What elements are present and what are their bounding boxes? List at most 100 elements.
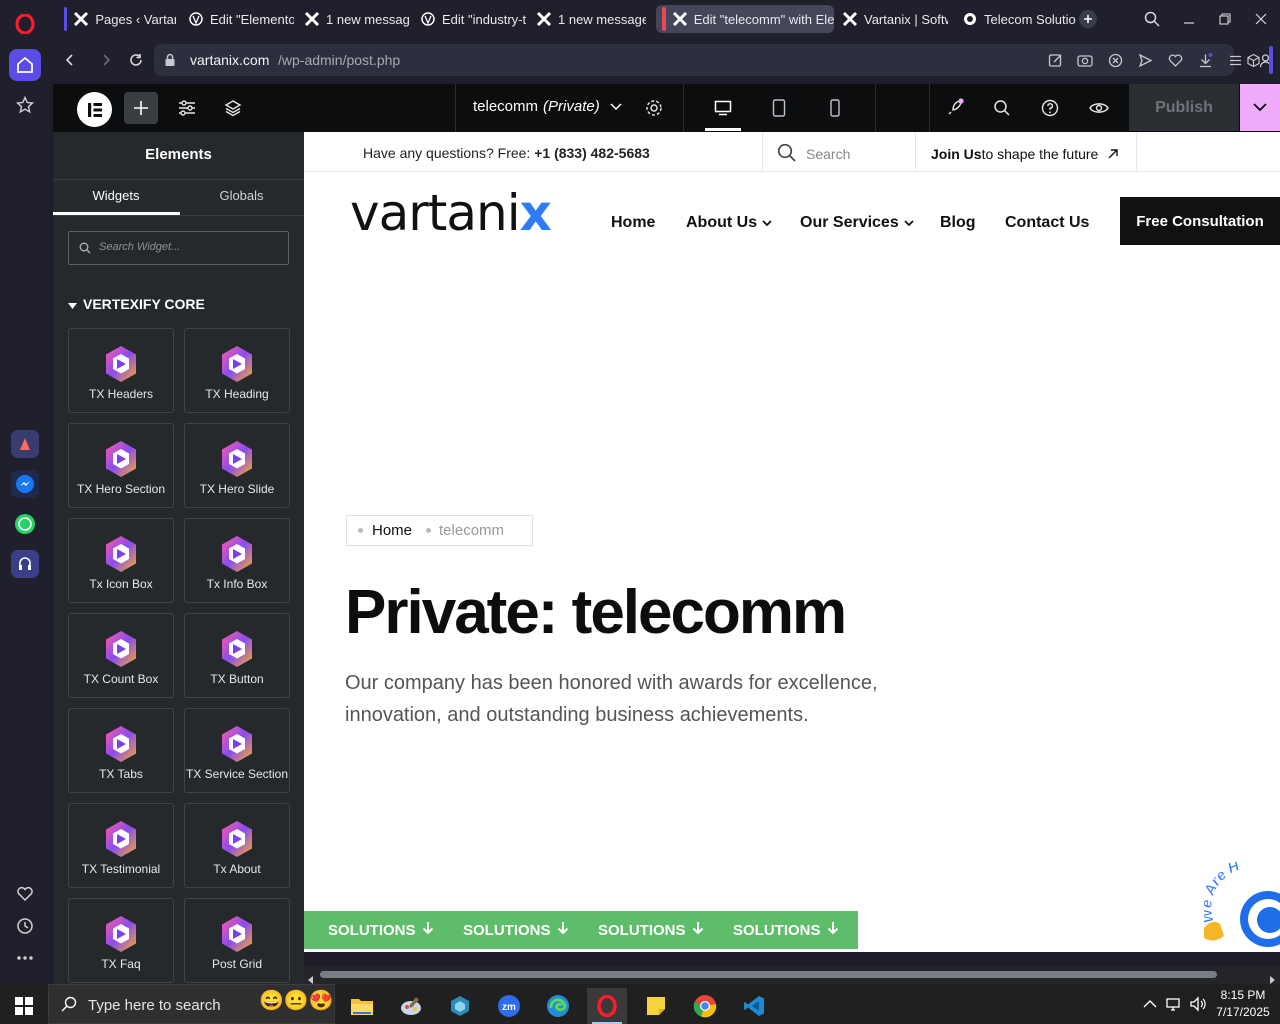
topbar-phone[interactable]: +1 (833) 482-5683	[534, 145, 650, 161]
widget-card[interactable]: TX Hero Section	[68, 423, 174, 508]
home-icon[interactable]	[9, 49, 41, 81]
tab-search-icon[interactable]	[1141, 8, 1163, 30]
widget-card[interactable]: TX Hero Slide	[184, 423, 290, 508]
close-window-icon[interactable]	[1250, 8, 1272, 30]
browser-tab[interactable]: Edit "Elementor	[182, 5, 294, 33]
browser-tab[interactable]: 1 new message	[298, 5, 410, 33]
preview-eye-icon[interactable]	[1082, 92, 1116, 124]
browser-tab[interactable]: Vartanix | Softwa	[836, 5, 948, 33]
site-search-input[interactable]: Search	[806, 146, 850, 162]
widget-card[interactable]: TX Tabs	[68, 708, 174, 793]
solutions-item[interactable]: SOLUTIONS	[598, 921, 704, 939]
site-settings-sliders-icon[interactable]	[170, 92, 204, 124]
heart-icon[interactable]	[9, 878, 41, 910]
taskbar-search-box[interactable]: Type here to search 😄😐😍	[48, 984, 335, 1024]
help-question-icon[interactable]	[1033, 92, 1067, 124]
widget-card[interactable]: TX Faq	[68, 898, 174, 983]
download-icon[interactable]	[1196, 51, 1214, 69]
widget-card[interactable]: TX Headers	[68, 328, 174, 413]
browser-tab-active[interactable]: Edit "telecomm" with Elem	[656, 5, 834, 33]
widget-card[interactable]: Post Grid	[184, 898, 290, 983]
opera-taskbar-icon[interactable]	[587, 988, 627, 1024]
network-icon[interactable]	[1166, 996, 1184, 1017]
widget-card[interactable]: Tx Icon Box	[68, 518, 174, 603]
extensions-cube-icon[interactable]	[1244, 51, 1262, 69]
file-explorer-icon[interactable]	[342, 988, 382, 1024]
nav-home[interactable]: Home	[611, 214, 655, 232]
more-dots-icon[interactable]	[9, 942, 41, 974]
forward-arrow-icon[interactable]	[96, 50, 116, 70]
lock-icon[interactable]	[164, 53, 176, 72]
restore-icon[interactable]	[1214, 8, 1236, 30]
aria-app-icon[interactable]	[11, 430, 39, 458]
nav-about-us[interactable]: About Us	[686, 214, 772, 232]
widget-card[interactable]: TX Count Box	[68, 613, 174, 698]
system-clock[interactable]: 8:15 PM 7/17/2025	[1212, 987, 1274, 1021]
widget-card[interactable]: TX Heading	[184, 328, 290, 413]
browser-tab[interactable]: Edit "industry-tr	[414, 5, 526, 33]
tab-widgets[interactable]: Widgets	[53, 188, 179, 203]
send-snapshot-icon[interactable]	[1046, 51, 1064, 69]
widget-card[interactable]: Tx About	[184, 803, 290, 888]
notifications-rocket-icon[interactable]	[938, 92, 972, 124]
chevron-up-icon[interactable]	[1143, 996, 1157, 1014]
history-clock-icon[interactable]	[9, 910, 41, 942]
widget-card[interactable]: TX Service Section	[184, 708, 290, 793]
structure-layers-icon[interactable]	[216, 92, 250, 124]
url-field[interactable]: vartanix.com /wp-admin/post.php	[154, 44, 1271, 76]
messenger-icon[interactable]	[11, 470, 39, 498]
chrome-browser-icon[interactable]	[685, 988, 725, 1024]
widget-card[interactable]: TX Testimonial	[68, 803, 174, 888]
reload-icon[interactable]	[126, 50, 146, 70]
browser-tab[interactable]: Pages ‹ Vartanix	[58, 5, 176, 33]
solutions-item[interactable]: SOLUTIONS	[328, 921, 434, 939]
scrollbar-thumb[interactable]	[320, 971, 1217, 978]
free-consultation-button[interactable]: Free Consultation	[1120, 197, 1280, 245]
solutions-item[interactable]: SOLUTIONS	[463, 921, 569, 939]
site-logo[interactable]: vartanix	[350, 188, 552, 238]
browser-tab[interactable]: Telecom Solutio	[956, 5, 1080, 33]
volume-icon[interactable]	[1189, 995, 1207, 1018]
new-tab-plus-icon[interactable]	[1079, 10, 1097, 28]
add-element-plus-icon[interactable]	[124, 92, 158, 124]
page-settings-gear-icon[interactable]	[637, 92, 671, 124]
category-vertexify-core[interactable]: VERTEXIFY CORE	[68, 296, 205, 312]
nav-blog[interactable]: Blog	[940, 214, 976, 232]
bookmarks-star-icon[interactable]	[9, 89, 41, 121]
browser-tab[interactable]: 1 new message	[530, 5, 646, 33]
camera-icon[interactable]	[1076, 51, 1094, 69]
desktop-device-icon[interactable]	[706, 92, 740, 124]
windows-start-icon[interactable]	[4, 988, 44, 1024]
nav-contact-us[interactable]: Contact Us	[1005, 214, 1089, 232]
mobile-device-icon[interactable]	[818, 92, 852, 124]
join-us-link[interactable]: Join Us to shape the future	[931, 146, 1119, 162]
widget-card[interactable]: TX Button	[184, 613, 290, 698]
sticky-notes-icon[interactable]	[636, 988, 676, 1024]
zoom-app-icon[interactable]: zm	[489, 988, 529, 1024]
finder-search-icon[interactable]	[985, 92, 1019, 124]
document-title[interactable]: telecomm (Private)	[473, 98, 622, 115]
sketchup-gem-icon[interactable]	[440, 988, 480, 1024]
solutions-item[interactable]: SOLUTIONS	[733, 921, 839, 939]
nav-our-services[interactable]: Our Services	[800, 214, 914, 232]
opera-logo-icon[interactable]	[9, 8, 41, 40]
easy-setup-icon[interactable]	[1226, 51, 1244, 69]
edge-browser-icon[interactable]	[538, 988, 578, 1024]
whatsapp-icon[interactable]	[11, 510, 39, 538]
vscode-icon[interactable]	[734, 988, 774, 1024]
paint-app-icon[interactable]	[391, 988, 431, 1024]
flow-send-icon[interactable]	[1136, 51, 1154, 69]
widget-card[interactable]: Tx Info Box	[184, 518, 290, 603]
minimize-icon[interactable]	[1178, 8, 1200, 30]
publish-options-chevron-icon[interactable]	[1240, 84, 1280, 131]
elementor-logo-icon[interactable]	[77, 92, 112, 127]
chat-widget[interactable]: We Are H	[1197, 857, 1280, 952]
widget-search-input[interactable]: Search Widget...	[68, 231, 289, 265]
music-player-icon[interactable]	[11, 550, 39, 578]
breadcrumb-home[interactable]: Home	[372, 522, 412, 539]
tablet-device-icon[interactable]	[762, 92, 796, 124]
horizontal-scrollbar[interactable]	[304, 966, 1280, 984]
back-arrow-icon[interactable]	[60, 50, 80, 70]
search-icon[interactable]	[777, 143, 797, 168]
adblock-icon[interactable]	[1106, 51, 1124, 69]
